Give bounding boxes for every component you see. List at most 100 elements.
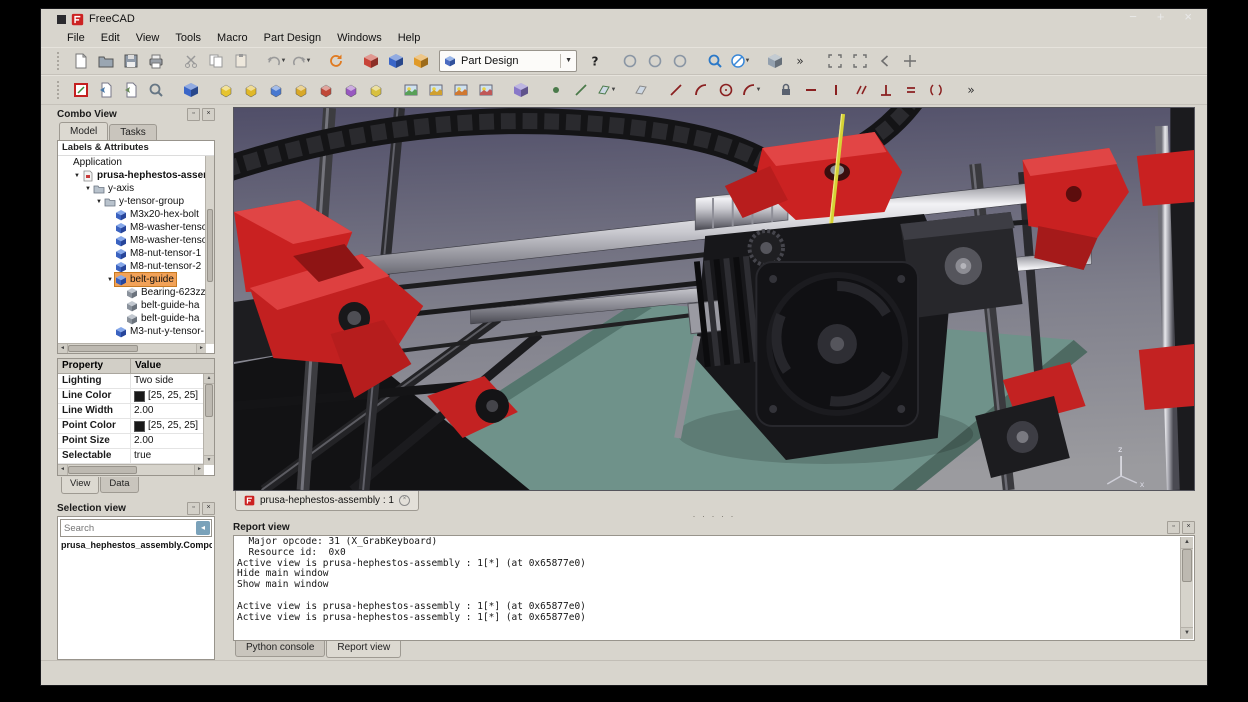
edit-sketch-icon[interactable] — [94, 79, 118, 101]
expand-arrow-icon[interactable]: ▼ — [72, 173, 82, 179]
scroll-up-icon[interactable]: ▲ — [1181, 537, 1193, 549]
toolbar-handle[interactable] — [57, 81, 64, 99]
chamfer-icon[interactable] — [424, 79, 448, 101]
scroll-down-icon[interactable]: ▼ — [1181, 627, 1193, 639]
tree-item-bearing-623zz[interactable]: Bearing-623zz — [58, 286, 206, 299]
tab-report-view[interactable]: Report view — [326, 641, 401, 658]
tab-data[interactable]: Data — [100, 477, 138, 493]
groove-icon[interactable] — [289, 79, 313, 101]
property-value[interactable]: 2.00 — [131, 404, 204, 418]
box-orange-icon[interactable] — [409, 50, 433, 72]
pad-icon[interactable] — [214, 79, 238, 101]
scrollbar-thumb[interactable] — [205, 384, 213, 417]
box-blue-icon[interactable] — [384, 50, 408, 72]
property-hscrollbar[interactable]: ◄ ► — [58, 464, 204, 475]
tree-item-application[interactable]: Application — [58, 156, 206, 169]
fillet-icon[interactable] — [399, 79, 423, 101]
toolbar-handle[interactable] — [57, 52, 64, 70]
undo-icon[interactable]: ▼ — [264, 50, 288, 72]
scrollbar-thumb[interactable] — [68, 345, 138, 352]
close-panel-icon[interactable]: × — [202, 108, 215, 121]
chevron-down-icon[interactable]: ▼ — [560, 54, 572, 68]
draft-icon[interactable] — [449, 79, 473, 101]
datum-plane-dropdown-icon[interactable]: ▼ — [611, 87, 617, 93]
section-view-icon[interactable] — [629, 79, 653, 101]
map-sketch-icon[interactable] — [119, 79, 143, 101]
tab-tasks[interactable]: Tasks — [109, 124, 157, 140]
expand-arrow-icon[interactable]: ▼ — [94, 199, 104, 205]
new-document-icon[interactable] — [69, 50, 93, 72]
tree-item-m8-nut-tensor-2[interactable]: M8-nut-tensor-2 — [58, 260, 206, 273]
arc-icon[interactable] — [689, 79, 713, 101]
draw-style-dropdown-icon[interactable]: ▼ — [745, 58, 751, 64]
tab-model[interactable]: Model — [59, 122, 108, 140]
property-value[interactable]: [25, 25, 25] — [131, 419, 204, 433]
whats-this-icon[interactable]: ? — [583, 50, 607, 72]
menu-file[interactable]: File — [59, 29, 93, 47]
cut-icon[interactable] — [179, 50, 203, 72]
tree-item-y-axis[interactable]: ▼y-axis — [58, 182, 206, 195]
tab-python-console[interactable]: Python console — [235, 641, 325, 657]
tree-hscrollbar[interactable]: ◄ ► — [58, 343, 206, 353]
undo-dropdown-icon[interactable]: ▼ — [281, 58, 287, 64]
menu-help[interactable]: Help — [390, 29, 429, 47]
datum-point-icon[interactable] — [544, 79, 568, 101]
toolbar-overflow-icon[interactable]: » — [788, 50, 812, 72]
tab-view[interactable]: View — [61, 477, 99, 494]
pipe-icon[interactable] — [364, 79, 388, 101]
boolean-icon[interactable] — [509, 79, 533, 101]
box-red-icon[interactable] — [359, 50, 383, 72]
constraint-perpendicular-icon[interactable] — [874, 79, 898, 101]
conic-icon[interactable]: ▼ — [739, 79, 763, 101]
constraint-symmetric-icon[interactable] — [924, 79, 948, 101]
datum-plane-icon[interactable]: ▼ — [594, 79, 618, 101]
property-vscrollbar[interactable]: ▲ ▼ — [203, 374, 214, 465]
redo-icon[interactable]: ▼ — [289, 50, 313, 72]
hole-icon[interactable] — [314, 79, 338, 101]
property-value[interactable]: [25, 25, 25] — [131, 389, 204, 403]
tree-item-belt-guide-ha[interactable]: belt-guide-ha — [58, 312, 206, 325]
clip-view-icon[interactable] — [873, 50, 897, 72]
tree-item-belt-guide-ha[interactable]: belt-guide-ha — [58, 299, 206, 312]
validate-sketch-icon[interactable] — [144, 79, 168, 101]
clear-search-button[interactable]: ◂ — [196, 521, 210, 535]
property-value[interactable]: true — [131, 449, 204, 463]
fit-selection-icon[interactable] — [848, 50, 872, 72]
macro-record-icon[interactable] — [618, 50, 642, 72]
circle-icon[interactable] — [714, 79, 738, 101]
open-document-icon[interactable] — [94, 50, 118, 72]
scroll-down-icon[interactable]: ▼ — [204, 455, 214, 465]
macro-debug-icon[interactable] — [668, 50, 692, 72]
float-panel-icon[interactable]: ▫ — [187, 502, 200, 515]
scroll-left-icon[interactable]: ◄ — [58, 344, 68, 353]
float-panel-icon[interactable]: ▫ — [1167, 521, 1180, 534]
dock-vertical-splitter[interactable] — [221, 107, 227, 660]
3d-viewport[interactable]: z x — [233, 107, 1195, 491]
refresh-icon[interactable] — [324, 50, 348, 72]
tree-item-belt-guide[interactable]: ▼belt-guide — [58, 273, 206, 286]
redo-dropdown-icon[interactable]: ▼ — [306, 58, 312, 64]
close-document-icon[interactable]: × — [399, 495, 410, 506]
create-body-icon[interactable] — [179, 79, 203, 101]
float-panel-icon[interactable]: ▫ — [187, 108, 200, 121]
constraint-parallel-icon[interactable] — [849, 79, 873, 101]
measure-icon[interactable] — [898, 50, 922, 72]
close-panel-icon[interactable]: × — [202, 502, 215, 515]
pocket-icon[interactable] — [264, 79, 288, 101]
expand-arrow-icon[interactable]: ▼ — [105, 277, 115, 283]
datum-line-icon[interactable] — [569, 79, 593, 101]
scrollbar-thumb[interactable] — [207, 209, 213, 282]
menu-view[interactable]: View — [128, 29, 168, 47]
nav-cube-icon[interactable] — [763, 50, 787, 72]
menu-edit[interactable]: Edit — [93, 29, 128, 47]
create-sketch-icon[interactable] — [69, 79, 93, 101]
constraint-horizontal-icon[interactable] — [799, 79, 823, 101]
menu-part-design[interactable]: Part Design — [256, 29, 329, 47]
window-menu-icon[interactable] — [57, 15, 66, 24]
tree-item-m3x20-hex-bolt[interactable]: M3x20-hex-bolt — [58, 208, 206, 221]
property-value[interactable]: 2.00 — [131, 434, 204, 448]
polyline-icon[interactable] — [664, 79, 688, 101]
tree-item-prusa-hephestos-assembly[interactable]: ▼prusa-hephestos-assembly — [58, 169, 206, 182]
tree-item-m8-washer-tenso[interactable]: M8-washer-tenso — [58, 221, 206, 234]
draw-style-icon[interactable]: ▼ — [728, 50, 752, 72]
